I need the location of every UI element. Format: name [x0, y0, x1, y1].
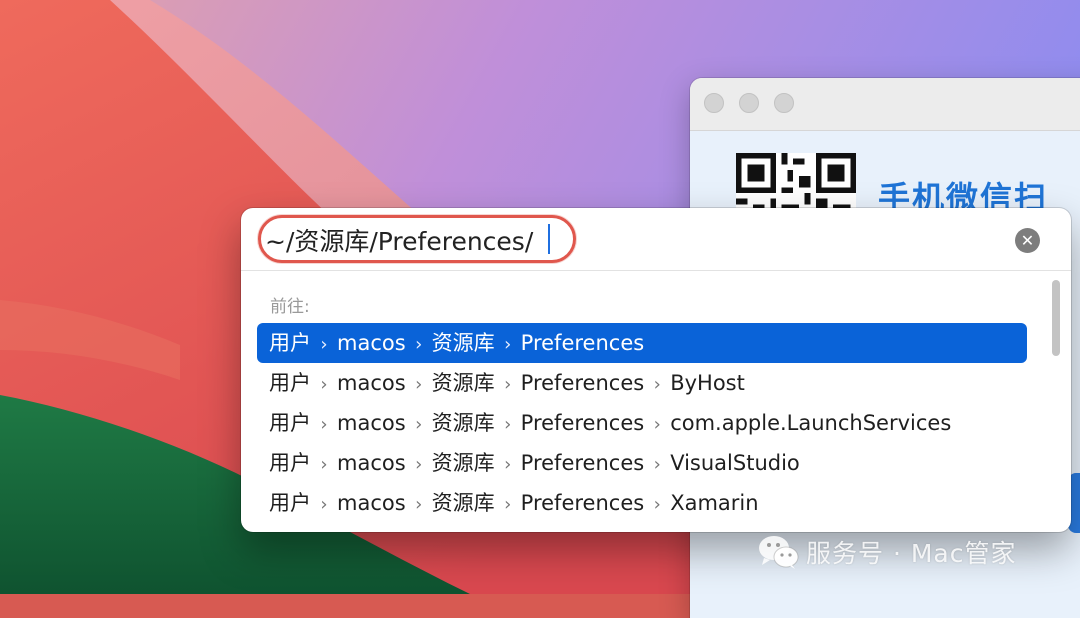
result-row[interactable]: 用户 › macos › 资源库 › Preferences › com.apple.Launc… — [257, 403, 1027, 443]
go-to-folder-panel: ✕ 前往: 用户›macos›资源库›Preferences用户›macos›资… — [241, 208, 1071, 532]
path-row: ✕ — [241, 208, 1071, 271]
path-segment: 资源库 — [432, 531, 495, 532]
path-segment: 资源库 — [431, 411, 495, 435]
chevron-right-icon: › — [320, 414, 328, 435]
wechat-icon — [759, 536, 799, 569]
result-row-selected[interactable]: 用户 › macos › 资源库 › Preferences — [257, 323, 1027, 363]
path-segment: macos — [337, 371, 406, 395]
close-window-button[interactable] — [704, 93, 724, 113]
chevron-right-icon: › — [504, 334, 512, 355]
path-segment: macos — [337, 331, 406, 355]
watermark-text: 服务号 · Mac管家 — [806, 539, 1017, 568]
chevron-right-icon: › — [320, 334, 328, 355]
clear-path-button[interactable]: ✕ — [1015, 228, 1040, 253]
chevron-right-icon: › — [406, 525, 432, 532]
path-segment: macos — [337, 411, 406, 435]
scrollbar-thumb[interactable] — [1052, 280, 1060, 356]
path-segment: 用户 — [269, 451, 311, 475]
chevron-right-icon: › — [653, 414, 661, 435]
window-titlebar — [690, 78, 1080, 131]
path-segment: 资源库 — [431, 371, 495, 395]
path-segment: 资源库 — [431, 491, 495, 515]
chevron-right-icon: › — [504, 414, 512, 435]
path-segment: Preferences — [520, 451, 645, 475]
chevron-right-icon: › — [320, 374, 328, 395]
path-segment: Xamarin — [670, 491, 759, 515]
path-segment: Preferences — [520, 371, 645, 395]
path-segment: 资源库 — [431, 451, 495, 475]
chevron-right-icon: › — [311, 525, 337, 532]
result-row[interactable]: 用户 › macos › 资源库 › Preferences › Xamarin — [257, 483, 1027, 523]
path-segment: Preferences — [520, 331, 645, 355]
chevron-right-icon: › — [415, 494, 423, 515]
chevron-right-icon: › — [320, 494, 328, 515]
chevron-right-icon: › — [415, 414, 423, 435]
zoom-window-button[interactable] — [774, 93, 794, 113]
chevron-right-icon: › — [415, 454, 423, 475]
path-segment: VisualStudio — [670, 451, 800, 475]
chevron-right-icon: › — [653, 494, 661, 515]
chevron-right-icon: › — [415, 374, 423, 395]
path-segment: 资源库 — [431, 331, 495, 355]
path-segment: macos — [337, 531, 406, 532]
path-segment: 用户 — [269, 411, 311, 435]
path-segment: Preferences — [520, 411, 645, 435]
path-segment: 用户 — [269, 491, 311, 515]
result-row[interactable]: 用户 › macos › 资源库 › Preferences › VisualStudio — [257, 443, 1027, 483]
result-row[interactable]: 用户›macos›资源库 — [257, 523, 1027, 532]
watermark: 服务号 · Mac管家 — [758, 532, 1016, 572]
path-segment: com.apple.LaunchServices — [670, 411, 952, 435]
chevron-right-icon: › — [504, 374, 512, 395]
path-segment: Preferences — [520, 491, 645, 515]
chevron-right-icon: › — [653, 454, 661, 475]
path-segment: 用户 — [269, 331, 311, 355]
path-segment: 用户 — [269, 371, 311, 395]
chevron-right-icon: › — [415, 334, 423, 355]
result-row[interactable]: 用户 › macos › 资源库 › Preferences › ByHost — [257, 363, 1027, 403]
path-segment: 用户 — [269, 531, 311, 532]
section-label: 前往: — [270, 297, 310, 317]
path-segment: ByHost — [670, 371, 745, 395]
chevron-right-icon: › — [504, 454, 512, 475]
chevron-right-icon: › — [320, 454, 328, 475]
path-segment: macos — [337, 451, 406, 475]
text-caret — [548, 224, 550, 254]
chevron-right-icon: › — [504, 494, 512, 515]
chevron-right-icon: › — [653, 374, 661, 395]
results-list: 用户 › macos › 资源库 › Preferences 用户 › macos › 资源库 › Pre… — [257, 323, 1027, 532]
minimize-window-button[interactable] — [739, 93, 759, 113]
path-segment: macos — [337, 491, 406, 515]
xmark-circle-icon: ✕ — [1020, 231, 1035, 250]
path-input[interactable] — [265, 221, 965, 259]
